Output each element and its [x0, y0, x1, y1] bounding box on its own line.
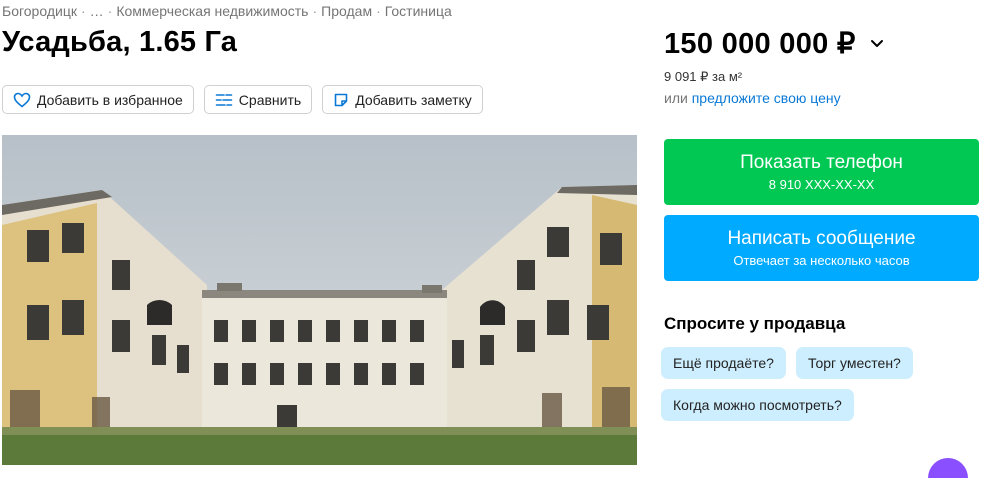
- breadcrumb-separator: ·: [312, 3, 318, 19]
- phone-number-masked: 8 910 XXX-XX-XX: [768, 177, 875, 192]
- question-chip[interactable]: Торг уместен?: [796, 347, 913, 379]
- compare-button[interactable]: Сравнить: [203, 85, 313, 114]
- add-to-favorites-label: Добавить в избранное: [37, 91, 183, 108]
- breadcrumb-item[interactable]: Богородицк: [2, 3, 77, 19]
- compare-icon: [215, 92, 233, 108]
- offer-prefix: или: [664, 90, 688, 106]
- write-message-button[interactable]: Написать сообщение Отвечает за несколько…: [664, 215, 979, 281]
- add-note-button[interactable]: Добавить заметку: [322, 85, 483, 114]
- breadcrumb-item[interactable]: Коммерческая недвижимость: [116, 3, 308, 19]
- question-chip[interactable]: Ещё продаёте?: [661, 347, 786, 379]
- breadcrumb-item[interactable]: Продам: [321, 3, 372, 19]
- listing-photo[interactable]: [2, 135, 637, 465]
- price-per-m2: 9 091 ₽ за м²: [664, 69, 743, 84]
- show-phone-label: Показать телефон: [740, 152, 903, 173]
- breadcrumb: Богородицк ·… · Коммерческая недвижимость · П…: [2, 3, 452, 19]
- compare-label: Сравнить: [238, 91, 302, 108]
- add-note-label: Добавить заметку: [355, 91, 472, 108]
- response-time-note: Отвечает за несколько часов: [733, 253, 910, 268]
- listing-actions: Добавить в избранное Сравнить Добавить з…: [2, 85, 483, 114]
- page-title: Усадьба, 1.65 Га: [2, 26, 238, 58]
- floating-widget[interactable]: [928, 458, 968, 478]
- ask-seller-title: Спросите у продавца: [664, 314, 846, 333]
- offer-price-link[interactable]: предложите свою цену: [692, 90, 841, 106]
- offer-price-line: или предложите свою цену: [664, 90, 841, 106]
- chevron-down-icon[interactable]: [870, 39, 884, 49]
- show-phone-button[interactable]: Показать телефон 8 910 XXX-XX-XX: [664, 139, 979, 205]
- breadcrumb-separator: ·: [376, 3, 381, 19]
- add-to-favorites-button[interactable]: Добавить в избранное: [2, 85, 194, 114]
- question-chip[interactable]: Когда можно посмотреть?: [661, 389, 854, 421]
- breadcrumb-item[interactable]: Гостиница: [385, 3, 452, 19]
- price-row: 150 000 000 ₽: [664, 26, 884, 61]
- note-icon: [333, 92, 349, 108]
- price-value: 150 000 000 ₽: [664, 28, 856, 60]
- breadcrumb-separator: ·: [107, 3, 113, 19]
- write-message-label: Написать сообщение: [727, 228, 916, 249]
- heart-icon: [13, 92, 31, 108]
- breadcrumb-item[interactable]: …: [90, 3, 104, 19]
- breadcrumb-separator: ·: [80, 3, 86, 19]
